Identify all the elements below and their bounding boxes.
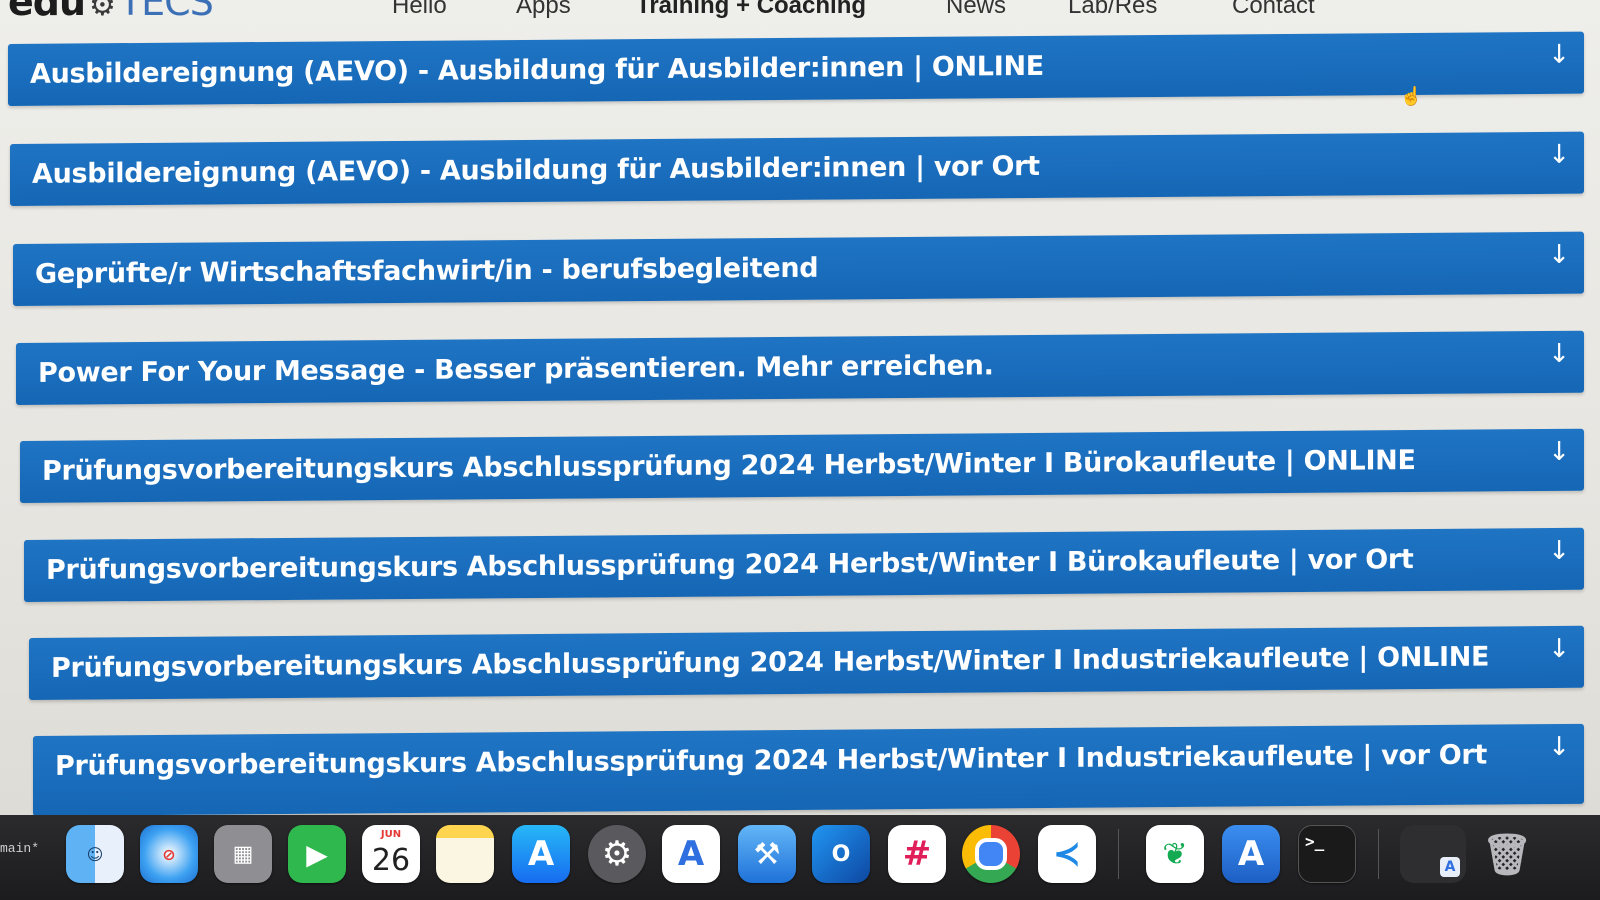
nav-item-news[interactable]: News xyxy=(946,0,1006,20)
xcode-icon[interactable]: ⚒ xyxy=(738,825,796,883)
site-logo[interactable]: edu ⚙ TECS xyxy=(8,0,214,24)
dock-separator xyxy=(1118,829,1119,879)
arrow-down-icon[interactable]: ↓ xyxy=(1548,437,1570,467)
chrome-icon[interactable] xyxy=(962,825,1020,883)
git-branch-label: main* xyxy=(0,841,40,856)
accordion-item[interactable]: Prüfungsvorbereitungskurs Abschlussprüfu… xyxy=(29,625,1584,700)
notes-icon[interactable] xyxy=(436,825,494,883)
accordion-item-title: Prüfungsvorbereitungskurs Abschlussprüfu… xyxy=(55,739,1488,782)
app-store-icon[interactable]: A xyxy=(512,825,570,883)
vscode-icon[interactable]: ≺ xyxy=(1038,825,1096,883)
nav-item-lab[interactable]: Lab/Res xyxy=(1068,0,1157,20)
accordion-item-title: Prüfungsvorbereitungskurs Abschlussprüfu… xyxy=(42,445,1416,487)
arrow-down-icon[interactable]: ↓ xyxy=(1548,339,1570,369)
system-settings-icon[interactable]: ⚙ xyxy=(588,825,646,883)
nav-item-apps[interactable]: Apps xyxy=(516,0,571,20)
nav-item-contact[interactable]: Contact xyxy=(1232,0,1315,20)
accordion-item[interactable]: Geprüfte/r Wirtschaftsfachwirt/in - beru… xyxy=(13,231,1584,306)
terminal-icon[interactable]: >_ xyxy=(1298,825,1356,883)
launchpad-icon[interactable]: ▦ xyxy=(214,825,272,883)
dock-separator xyxy=(1378,829,1379,879)
calendar-month: JUN xyxy=(380,829,402,840)
accordion-item-title: Power For Your Message - Besser präsenti… xyxy=(38,350,994,389)
browser-page: edu ⚙ TECS Hello Apps Training + Coaching … xyxy=(0,0,1600,815)
calendar-day: 26 xyxy=(371,843,411,878)
mongodb-compass-icon[interactable]: ❦ xyxy=(1146,825,1204,883)
pointer-cursor-icon: ☝ xyxy=(1400,86,1423,106)
instruments-icon[interactable]: A xyxy=(662,825,720,883)
facetime-icon[interactable]: ▶ xyxy=(288,825,346,883)
safari-icon[interactable]: ⊘ xyxy=(140,825,198,883)
accordion-item[interactable]: Ausbildereignung (AEVO) - Ausbildung für… xyxy=(8,31,1584,106)
accordion-item-title: Prüfungsvorbereitungskurs Abschlussprüfu… xyxy=(46,544,1414,586)
arrow-down-icon[interactable]: ↓ xyxy=(1548,536,1570,566)
arrow-down-icon[interactable]: ↓ xyxy=(1548,140,1570,170)
accordion-item-title: Ausbildereignung (AEVO) - Ausbildung für… xyxy=(32,150,1040,190)
arrow-down-icon[interactable]: ↓ xyxy=(1548,634,1570,664)
nav-item-hello[interactable]: Hello xyxy=(392,0,447,20)
accordion-item-title: Geprüfte/r Wirtschaftsfachwirt/in - beru… xyxy=(35,252,819,290)
outlook-icon[interactable]: O xyxy=(812,825,870,883)
macos-dock: main* ☺ ⊘ ▦ ▶ JUN 26 A ⚙ A ⚒ O # ≺ ❦ A >… xyxy=(0,815,1600,900)
arrow-down-icon[interactable]: ↓ xyxy=(1548,732,1570,762)
finder-icon[interactable]: ☺ xyxy=(66,825,124,883)
app-store-connect-icon[interactable]: A xyxy=(1222,825,1280,883)
top-navigation: edu ⚙ TECS Hello Apps Training + Coaching … xyxy=(0,0,1600,34)
downloads-icon[interactable]: A xyxy=(1400,825,1466,883)
accordion-item[interactable]: Power For Your Message - Besser präsenti… xyxy=(16,330,1584,405)
calendar-icon[interactable]: JUN 26 xyxy=(362,825,420,883)
arrow-down-icon[interactable]: ↓ xyxy=(1548,240,1570,270)
trash-icon[interactable]: 🗑 xyxy=(1478,825,1536,883)
slack-icon[interactable]: # xyxy=(888,825,946,883)
nav-item-training-coaching[interactable]: Training + Coaching xyxy=(636,0,866,20)
logo-text: edu xyxy=(8,0,86,24)
logo-tail-text: TECS xyxy=(118,0,214,24)
accordion-item-title: Ausbildereignung (AEVO) - Ausbildung für… xyxy=(30,50,1044,90)
accordion-item-title: Prüfungsvorbereitungskurs Abschlussprüfu… xyxy=(51,641,1490,684)
accordion-item[interactable]: Prüfungsvorbereitungskurs Abschlussprüfu… xyxy=(33,723,1584,815)
arrow-down-icon[interactable]: ↓ xyxy=(1548,40,1570,70)
accordion-item[interactable]: Prüfungsvorbereitungskurs Abschlussprüfu… xyxy=(24,527,1584,602)
logo-mark-icon: ⚙ xyxy=(89,0,116,23)
accordion-item[interactable]: Ausbildereignung (AEVO) - Ausbildung für… xyxy=(10,131,1584,206)
accordion-item[interactable]: Prüfungsvorbereitungskurs Abschlussprüfu… xyxy=(20,428,1584,503)
